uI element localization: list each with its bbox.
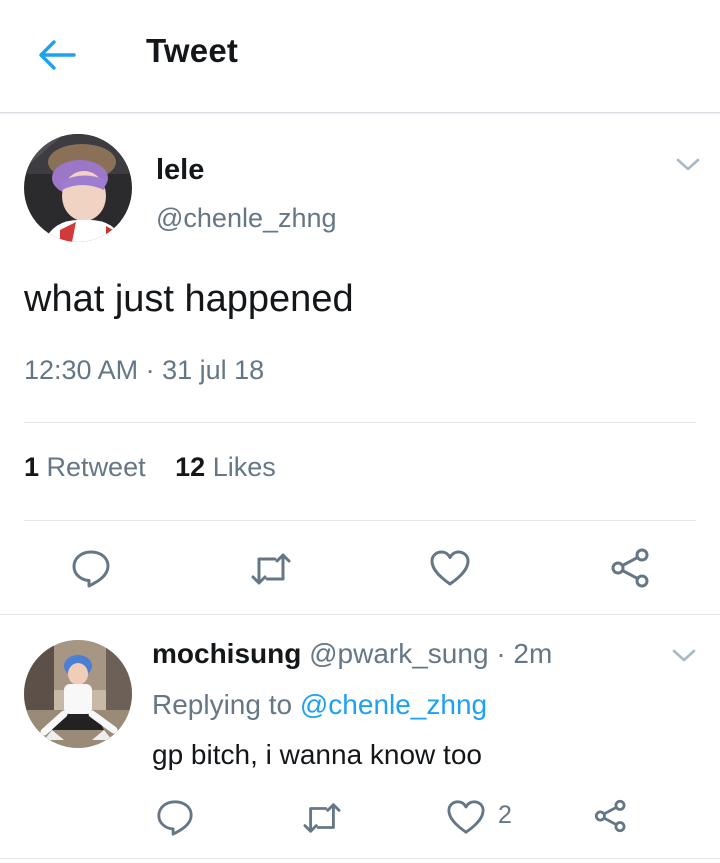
share-button[interactable] [609,547,653,594]
divider [24,520,696,521]
retweet-icon [251,553,291,585]
share-icon [611,548,649,588]
heart-icon [447,800,485,834]
divider [0,614,720,615]
retweet-button[interactable] [249,549,293,594]
retweet-stat[interactable]: 1 Retweet [24,452,146,483]
back-button[interactable] [36,36,78,74]
retweet-count: 1 [24,452,40,482]
reply-text: gp bitch, i wanna know too [152,739,482,770]
tweet-menu-button[interactable] [674,155,702,180]
likes-label: Likes [212,452,276,482]
reply-like-count: 2 [498,801,512,829]
replying-prefix: Replying to [152,689,293,720]
chevron-down-icon [672,649,696,662]
author-handle[interactable]: @chenle_zhng [156,203,337,234]
reply-author-avatar[interactable] [24,640,132,748]
divider [0,858,720,859]
tweet-stats: 1 Retweet 12 Likes [24,452,276,483]
reply-author-handle[interactable]: @pwark_sung [309,638,488,669]
retweet-icon [303,803,341,833]
like-count: 12 [175,452,206,482]
page-title: Tweet [146,32,239,69]
replying-handle-link[interactable]: @chenle_zhng [300,689,487,720]
separator-dot: · [496,638,506,669]
reply-reply-button[interactable] [155,797,195,842]
likes-stat[interactable]: 12 Likes [175,452,276,483]
tweet-timestamp: 12:30 AM · 31 jul 18 [24,355,265,385]
reply-button[interactable] [70,547,112,594]
tweet-text: what just happened [24,278,354,320]
retweet-label: Retweet [46,452,146,482]
reply-like-button[interactable] [446,798,486,841]
replying-to: Replying to @chenle_zhng [152,689,487,721]
reply-icon [72,550,110,588]
reply-age: 2m [513,638,553,669]
share-icon [594,799,626,833]
top-app-bar: Tweet [0,0,720,113]
heart-icon [430,550,470,586]
author-avatar[interactable] [24,134,132,242]
arrow-left-icon [39,40,76,70]
reply-retweet-button[interactable] [301,799,343,842]
author-name[interactable]: lele [156,154,204,187]
like-button[interactable] [429,548,471,593]
reply-author-line: mochisung @pwark_sung · 2m [152,638,552,670]
reply-author-name[interactable]: mochisung [152,638,301,669]
divider [24,422,696,423]
chevron-down-icon [676,158,700,171]
reply-share-button[interactable] [593,798,629,839]
reply-menu-button[interactable] [670,646,698,671]
reply-icon [157,800,193,836]
